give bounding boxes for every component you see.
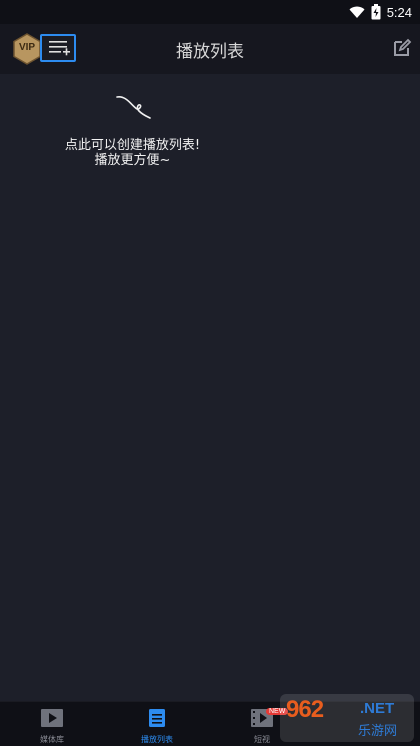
nav-label-media-library: 媒体库	[40, 735, 64, 744]
list-document-icon	[149, 709, 165, 727]
hint-line-1: 点此可以创建播放列表!	[64, 138, 201, 153]
status-time: 5:24	[386, 4, 412, 20]
edit-icon[interactable]	[392, 38, 412, 58]
wifi-icon	[349, 6, 365, 18]
nav-label-playlist: 播放列表	[141, 735, 173, 744]
empty-state-hint: 点此可以创建播放列表! 播放更方便~	[60, 138, 205, 168]
watermark-domain: .NET	[360, 700, 395, 717]
watermark-logo: 962	[286, 696, 324, 723]
nav-item-playlist[interactable]: 播放列表	[122, 708, 192, 745]
status-icons: 5:24	[349, 3, 412, 21]
battery-charging-icon	[371, 4, 381, 20]
watermark-subtitle: 乐游网	[358, 724, 398, 739]
play-folder-icon	[41, 709, 63, 727]
status-bar: 5:24	[0, 0, 420, 24]
hint-line-2: 播放更方便~	[94, 153, 171, 168]
watermark: 962 .NET 乐游网	[280, 694, 414, 742]
app-bar: VIP 播放列表	[0, 24, 420, 74]
hint-arrow-icon	[116, 96, 151, 119]
nav-item-media-library[interactable]: 媒体库	[17, 708, 87, 745]
page-title: 播放列表	[176, 42, 244, 62]
